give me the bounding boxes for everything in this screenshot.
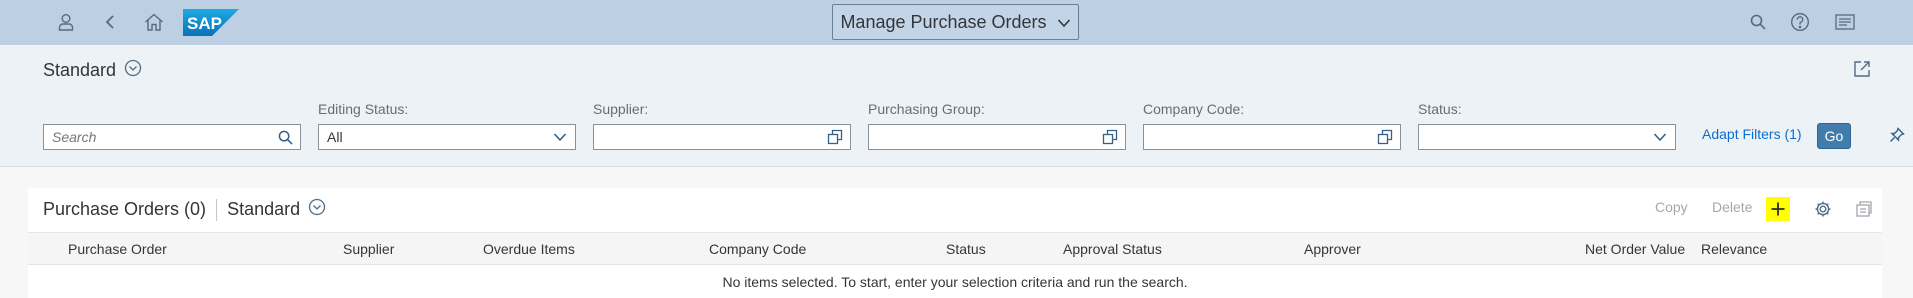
company-code-input[interactable] — [1143, 124, 1401, 150]
search-icon[interactable] — [274, 126, 296, 148]
column-header[interactable]: Overdue Items — [483, 241, 575, 257]
table-toolbar-title: Purchase Orders (0) Standard — [43, 198, 326, 221]
column-header[interactable]: Status — [946, 241, 986, 257]
sap-logo: SAP — [183, 9, 239, 36]
status-label: Status: — [1418, 101, 1462, 117]
search-icon[interactable] — [1746, 10, 1770, 34]
add-icon[interactable] — [1766, 197, 1790, 221]
table-title: Purchase Orders (0) — [43, 199, 207, 219]
editing-status-select[interactable]: All — [318, 124, 576, 150]
share-icon[interactable] — [1852, 59, 1872, 79]
value-help-icon[interactable] — [1099, 126, 1121, 148]
column-header[interactable]: Approval Status — [1063, 241, 1162, 257]
page-variant-label: Standard — [43, 60, 117, 80]
user-icon[interactable] — [54, 10, 78, 34]
supplier-input[interactable] — [593, 124, 851, 150]
chevron-down-circle-icon — [308, 198, 326, 221]
search-placeholder: Search — [52, 129, 97, 145]
company-code-label: Company Code: — [1143, 101, 1245, 117]
status-select[interactable] — [1418, 124, 1676, 150]
chevron-down-icon — [1057, 12, 1071, 33]
column-header[interactable]: Purchase Order — [68, 241, 167, 257]
column-header[interactable]: Net Order Value — [1585, 241, 1685, 257]
editing-status-label: Editing Status: — [318, 101, 409, 117]
chevron-down-icon — [549, 126, 571, 148]
editing-status-value: All — [327, 129, 343, 145]
export-icon[interactable] — [1852, 197, 1876, 221]
app-title-menu[interactable]: Manage Purchase Orders — [832, 4, 1079, 40]
table-variant-selector[interactable]: Standard — [227, 198, 326, 221]
app-title: Manage Purchase Orders — [840, 11, 1047, 32]
chevron-down-circle-icon — [124, 59, 142, 82]
title-divider — [216, 198, 218, 221]
table-variant-label: Standard — [227, 199, 301, 219]
column-header[interactable]: Approver — [1304, 241, 1361, 257]
search-input[interactable]: Search — [43, 124, 301, 150]
value-help-icon[interactable] — [1374, 126, 1396, 148]
copy-button[interactable]: Copy — [1655, 199, 1688, 215]
no-items-message: No items selected. To start, enter your … — [722, 274, 1188, 290]
column-header[interactable]: Relevance — [1701, 241, 1767, 257]
supplier-label: Supplier: — [593, 101, 649, 117]
adapt-filters-button[interactable]: Adapt Filters (1) — [1702, 126, 1802, 142]
chevron-down-icon — [1649, 126, 1671, 148]
purchasing-group-input[interactable] — [868, 124, 1126, 150]
value-help-icon[interactable] — [824, 126, 846, 148]
column-header[interactable]: Company Code — [709, 241, 806, 257]
home-icon[interactable] — [142, 10, 166, 34]
pin-icon[interactable] — [1889, 127, 1909, 147]
purchasing-group-label: Purchasing Group: — [868, 101, 985, 117]
shell-bar: SAP Manage Purchase Orders — [0, 0, 1913, 45]
svg-text:SAP: SAP — [187, 14, 222, 33]
column-header[interactable]: Supplier — [343, 241, 394, 257]
settings-gear-icon[interactable] — [1811, 197, 1835, 221]
page-variant-selector[interactable]: Standard — [43, 59, 142, 82]
back-icon[interactable] — [98, 10, 122, 34]
delete-button[interactable]: Delete — [1712, 199, 1752, 215]
notifications-icon[interactable] — [1833, 10, 1857, 34]
help-icon[interactable] — [1788, 10, 1812, 34]
go-button[interactable]: Go — [1817, 123, 1851, 149]
